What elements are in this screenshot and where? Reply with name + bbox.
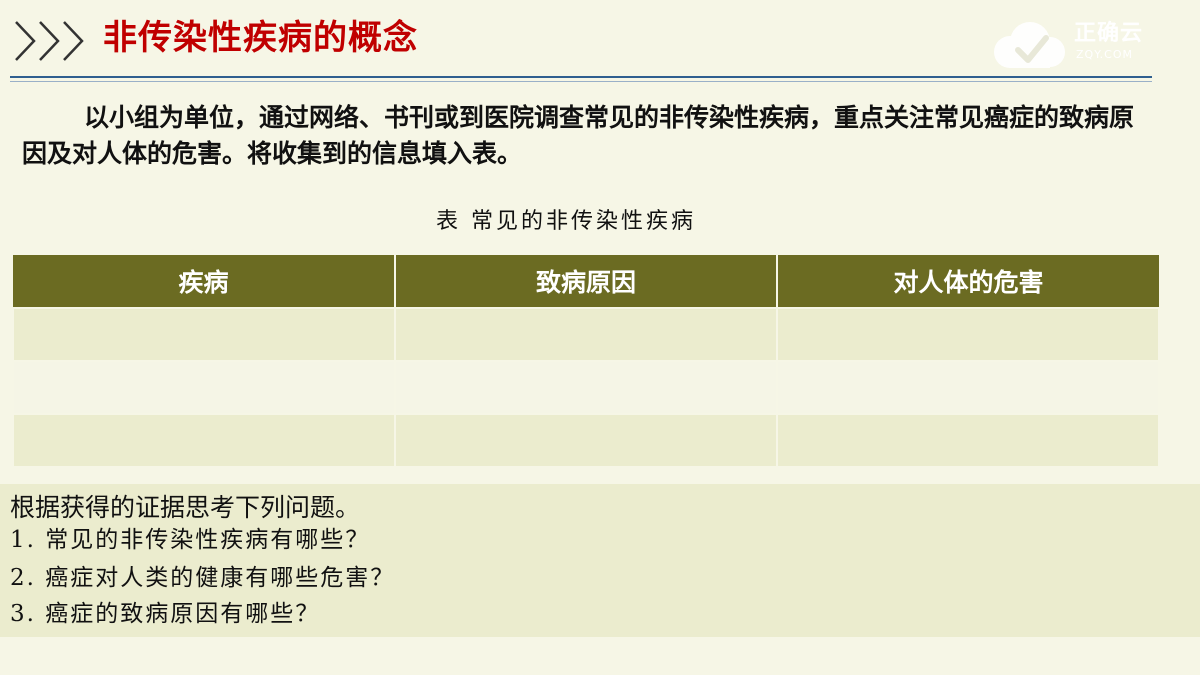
column-header-cause: 致病原因 [395, 255, 778, 308]
header-divider [10, 76, 1152, 78]
table-cell[interactable] [394, 413, 778, 468]
page-title: 非传染性疾病的概念 [103, 18, 418, 58]
questions-title: 根据获得的证据思考下列问题。 [10, 493, 361, 522]
table-cell[interactable] [776, 413, 1160, 468]
header-divider-thin [10, 81, 1152, 82]
table-header-row: 疾病 致病原因 对人体的危害 [13, 255, 1159, 308]
disease-table: 疾病 致病原因 对人体的危害 [12, 255, 1160, 468]
question-item-3: 3. 癌症的致病原因有哪些？ [10, 601, 321, 627]
table-cell[interactable] [394, 307, 778, 362]
table-caption: 表 常见的非传染性疾病 [436, 209, 696, 234]
table-row [12, 413, 1160, 468]
logo-subtext: ZQY.COM [1076, 48, 1134, 61]
table-row [12, 307, 1160, 362]
column-header-harm: 对人体的危害 [777, 255, 1159, 308]
logo-text: 正确云 [1074, 21, 1144, 46]
table-cell[interactable] [776, 307, 1160, 362]
chevrons-icon [15, 21, 84, 61]
question-item-1: 1. 常见的非传染性疾病有哪些？ [10, 527, 371, 553]
questions-panel: 根据获得的证据思考下列问题。 1. 常见的非传染性疾病有哪些？ 2. 癌症对人类… [0, 484, 1200, 637]
table-cell[interactable] [12, 413, 396, 468]
table-cell[interactable] [394, 360, 778, 415]
question-item-2: 2. 癌症对人类的健康有哪些危害？ [10, 565, 396, 591]
intro-paragraph: 以小组为单位，通过网络、书刊或到医院调查常见的非传染性疾病，重点关注常见癌症的致… [22, 103, 1135, 168]
table-cell[interactable] [12, 360, 396, 415]
table-row [12, 360, 1160, 415]
column-header-disease: 疾病 [13, 255, 396, 308]
table-cell[interactable] [12, 307, 396, 362]
table-cell[interactable] [776, 360, 1160, 415]
